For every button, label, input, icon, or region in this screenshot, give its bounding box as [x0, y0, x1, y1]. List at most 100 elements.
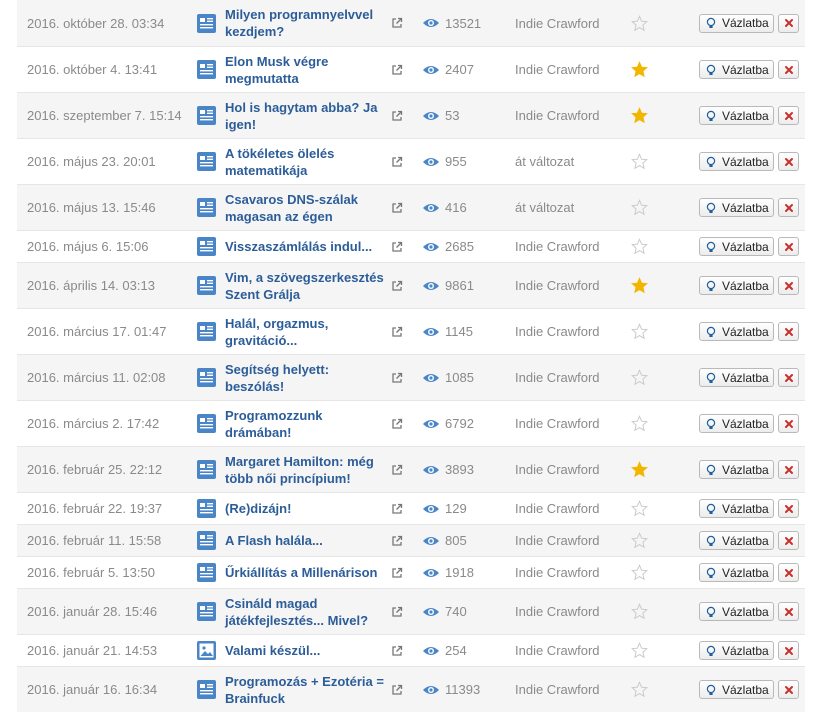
post-title-link[interactable]: Valami készül...: [225, 642, 385, 659]
post-title-link[interactable]: A tökéletes ölelés matematikája: [225, 145, 385, 179]
draft-button[interactable]: Vázlatba: [699, 602, 774, 621]
draft-button[interactable]: Vázlatba: [699, 276, 774, 295]
star-icon[interactable]: [631, 642, 648, 659]
draft-button[interactable]: Vázlatba: [699, 237, 774, 256]
post-title-link[interactable]: Űrkiállítás a Millenárison: [225, 564, 385, 581]
table-row: 2016. február 22. 19:37 (Re)dizájn! 129 Ind…: [17, 492, 805, 524]
star-icon[interactable]: [631, 199, 648, 216]
delete-button[interactable]: [778, 322, 799, 341]
delete-button[interactable]: [778, 414, 799, 433]
draft-button[interactable]: Vázlatba: [699, 499, 774, 518]
post-title-link[interactable]: Visszaszámlálás indul...: [225, 238, 385, 255]
lightbulb-icon: [705, 684, 722, 696]
post-author: Indie Crawford: [515, 15, 600, 31]
draft-button[interactable]: Vázlatba: [699, 368, 774, 387]
post-title-link[interactable]: Hol is hagytam abba? Ja igen!: [225, 99, 385, 133]
lightbulb-icon: [705, 64, 722, 76]
star-icon[interactable]: [631, 681, 648, 698]
post-title-link[interactable]: Programozzunk drámában!: [225, 407, 385, 441]
star-icon[interactable]: [631, 369, 648, 386]
delete-button[interactable]: [778, 499, 799, 518]
star-icon[interactable]: [631, 238, 648, 255]
post-title-link[interactable]: Vim, a szövegszerkesztés Szent Grálja: [225, 269, 385, 303]
draft-button[interactable]: Vázlatba: [699, 198, 774, 217]
draft-button[interactable]: Vázlatba: [699, 563, 774, 582]
draft-button[interactable]: Vázlatba: [699, 60, 774, 79]
article-icon: [197, 563, 216, 582]
post-title-link[interactable]: (Re)dizájn!: [225, 500, 385, 517]
delete-button[interactable]: [778, 531, 799, 550]
external-link-icon[interactable]: [391, 17, 403, 29]
star-icon[interactable]: [631, 61, 648, 78]
delete-button[interactable]: [778, 106, 799, 125]
delete-button[interactable]: [778, 13, 799, 33]
draft-button[interactable]: Vázlatba: [699, 460, 774, 479]
draft-button[interactable]: Vázlatba: [699, 152, 774, 171]
external-link-icon[interactable]: [391, 64, 403, 76]
draft-button-label: Vázlatba: [722, 643, 769, 658]
delete-button[interactable]: [778, 198, 799, 217]
star-icon[interactable]: [631, 415, 648, 432]
delete-button[interactable]: [778, 237, 799, 256]
external-link-icon[interactable]: [391, 326, 403, 338]
star-icon[interactable]: [631, 500, 648, 517]
post-title-link[interactable]: Elon Musk végre megmutatta: [225, 53, 385, 87]
external-link-icon[interactable]: [391, 606, 403, 618]
post-title-link[interactable]: Programozás + Ezotéria = Brainfuck: [225, 673, 385, 707]
external-link-icon[interactable]: [391, 464, 403, 476]
external-link-icon[interactable]: [391, 372, 403, 384]
delete-button[interactable]: [778, 460, 799, 479]
star-icon[interactable]: [631, 14, 648, 32]
draft-button[interactable]: Vázlatba: [699, 531, 774, 550]
external-link-icon[interactable]: [391, 503, 403, 515]
view-count: 955: [445, 154, 467, 169]
post-title-link[interactable]: Csavaros DNS-szálak magasan az égen: [225, 191, 385, 225]
post-author: Indie Crawford: [515, 501, 600, 516]
delete-button[interactable]: [778, 368, 799, 387]
star-icon[interactable]: [631, 107, 648, 124]
draft-button[interactable]: Vázlatba: [699, 641, 774, 660]
draft-button[interactable]: Vázlatba: [699, 13, 774, 33]
delete-button[interactable]: [778, 152, 799, 171]
draft-button-label: Vázlatba: [722, 324, 769, 339]
post-title-link[interactable]: Margaret Hamilton: még több női princípi…: [225, 453, 385, 487]
post-title-link[interactable]: Halál, orgazmus, gravitáció...: [225, 315, 385, 349]
delete-button[interactable]: [778, 680, 799, 699]
draft-button[interactable]: Vázlatba: [699, 680, 774, 699]
delete-button[interactable]: [778, 602, 799, 621]
post-title-link[interactable]: Segítség helyett: beszólás!: [225, 361, 385, 395]
star-icon[interactable]: [631, 153, 648, 170]
lightbulb-icon: [705, 372, 722, 384]
star-icon[interactable]: [631, 323, 648, 340]
external-link-icon[interactable]: [391, 280, 403, 292]
post-title-link[interactable]: Milyen programnyelvvel kezdjem?: [225, 6, 385, 40]
view-count: 740: [445, 604, 467, 619]
star-icon[interactable]: [631, 603, 648, 620]
draft-button[interactable]: Vázlatba: [699, 414, 774, 433]
star-icon[interactable]: [631, 564, 648, 581]
eye-icon: [422, 645, 440, 657]
external-link-icon[interactable]: [391, 110, 403, 122]
post-title-link[interactable]: Csináld magad játékfejlesztés... Mivel?: [225, 595, 385, 629]
star-icon[interactable]: [631, 532, 648, 549]
post-title-link[interactable]: A Flash halála...: [225, 532, 385, 549]
external-link-icon[interactable]: [391, 241, 403, 253]
external-link-icon[interactable]: [391, 418, 403, 430]
eye-icon: [422, 280, 440, 292]
post-date: 2016. május 13. 15:46: [27, 200, 156, 215]
external-link-icon[interactable]: [391, 684, 403, 696]
external-link-icon[interactable]: [391, 567, 403, 579]
delete-button[interactable]: [778, 60, 799, 79]
star-icon[interactable]: [631, 277, 648, 294]
external-link-icon[interactable]: [391, 202, 403, 214]
external-link-icon[interactable]: [391, 156, 403, 168]
draft-button[interactable]: Vázlatba: [699, 106, 774, 125]
delete-button[interactable]: [778, 276, 799, 295]
external-link-icon[interactable]: [391, 645, 403, 657]
star-icon[interactable]: [631, 461, 648, 478]
delete-button[interactable]: [778, 563, 799, 582]
draft-button[interactable]: Vázlatba: [699, 322, 774, 341]
external-link-icon[interactable]: [391, 535, 403, 547]
eye-icon: [422, 241, 440, 253]
delete-button[interactable]: [778, 641, 799, 660]
